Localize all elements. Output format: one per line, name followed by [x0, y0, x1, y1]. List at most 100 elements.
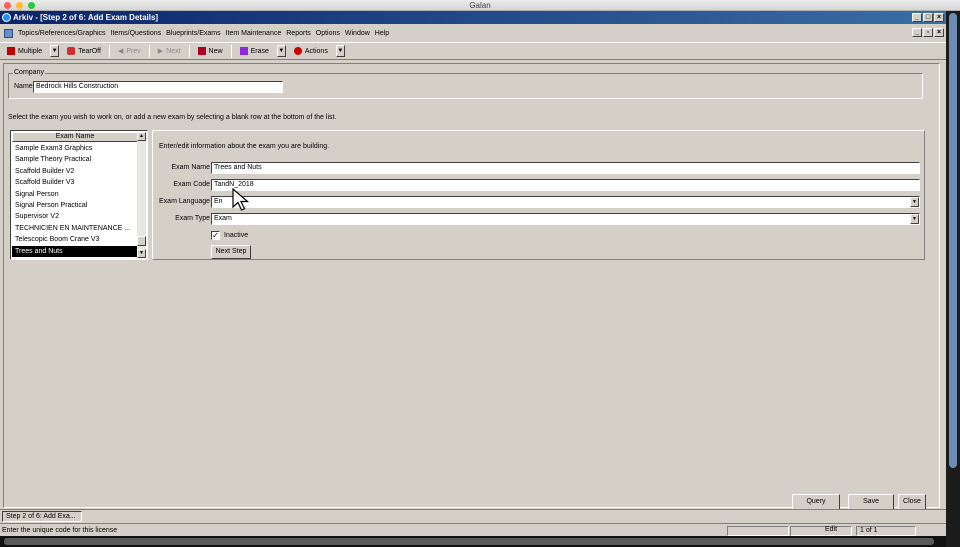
prev-arrow-icon: ◀	[117, 48, 124, 55]
minimize-icon[interactable]: _	[912, 13, 922, 22]
menu-window[interactable]: Window	[345, 30, 370, 37]
scroll-down-icon[interactable]: ▼	[137, 249, 146, 258]
multiple-label: Multiple	[18, 47, 43, 55]
exam-list: Exam Name Sample Exam3 Graphics Sample T…	[10, 130, 148, 260]
scroll-thumb[interactable]	[137, 236, 146, 246]
next-label: Next	[166, 47, 181, 55]
tearoff-icon	[67, 47, 76, 55]
inactive-checkbox[interactable]: ✓	[211, 231, 220, 240]
chevron-down-icon[interactable]: ▼	[910, 214, 919, 224]
exam-type-select[interactable]: Exam ▼	[211, 213, 920, 225]
exam-name-field[interactable]: Trees and Nuts	[211, 162, 920, 174]
actions-label: Actions	[304, 47, 328, 55]
details-instruction: Enter/edit information about the exam yo…	[159, 143, 330, 150]
new-button[interactable]: New	[194, 44, 227, 58]
outer-horizontal-scrollbar[interactable]	[0, 536, 946, 547]
exam-code-field[interactable]: TandN_2018	[211, 179, 920, 191]
multiple-icon	[7, 47, 15, 55]
mouse-cursor-icon	[232, 188, 250, 211]
company-name-field[interactable]: Bedrock Hills Construction	[33, 81, 283, 93]
toolbar-separator	[188, 44, 190, 58]
child-restore-icon[interactable]: ▫	[923, 28, 933, 37]
menu-help[interactable]: Help	[375, 30, 389, 37]
close-button[interactable]: Close	[898, 494, 926, 510]
multiple-dropdown-arrow[interactable]: ▼	[50, 45, 60, 57]
menu-topics[interactable]: Topics/References/Graphics	[18, 30, 106, 37]
exam-list-scrollbar[interactable]: ▲ ▼	[137, 132, 146, 258]
toolbar-separator	[108, 44, 110, 58]
exam-type-value: Exam	[214, 215, 232, 222]
actions-button[interactable]: Actions	[290, 44, 332, 58]
menu-options[interactable]: Options	[316, 30, 340, 37]
exam-language-select[interactable]: En ▼	[211, 196, 920, 208]
menu-item-maintenance[interactable]: Item Maintenance	[226, 30, 282, 37]
tearoff-button[interactable]: TearOff	[63, 44, 105, 58]
chevron-down-icon[interactable]: ▼	[910, 197, 919, 207]
actions-dropdown-arrow[interactable]: ▼	[335, 45, 345, 57]
actions-icon	[293, 47, 302, 55]
window-tabs: Step 2 of 6: Add Exa...	[0, 509, 946, 522]
child-close-icon[interactable]: ×	[934, 28, 944, 37]
close-icon[interactable]: ×	[934, 13, 944, 22]
toolbar: Multiple ▼ TearOff ◀ Prev ▶ Next New Era…	[0, 42, 946, 60]
list-item[interactable]: Scaffold Builder V3	[12, 177, 138, 188]
save-button[interactable]: Save	[848, 494, 894, 510]
company-group: Company Name Bedrock Hills Construction	[8, 69, 923, 99]
app-window: Arkiv - [Step 2 of 6: Add Exam Details] …	[0, 11, 946, 547]
prev-button[interactable]: ◀ Prev	[114, 44, 145, 58]
outer-scroll-thumb[interactable]	[949, 13, 957, 468]
outer-vertical-scrollbar[interactable]	[946, 11, 960, 547]
outer-hscroll-thumb[interactable]	[4, 538, 934, 545]
list-item[interactable]: Scaffold Builder V2	[12, 166, 138, 177]
menu-items[interactable]: Items/Questions	[111, 30, 162, 37]
prev-label: Prev	[126, 47, 141, 55]
query-button[interactable]: Query	[792, 494, 840, 510]
menu-blueprints[interactable]: Blueprints/Exams	[166, 30, 220, 37]
exam-language-label: Exam Language	[159, 198, 210, 205]
arkiv-logo-icon	[2, 13, 11, 22]
exam-details-panel: Enter/edit information about the exam yo…	[152, 130, 925, 260]
list-item[interactable]: Sample Exam3 Graphics	[12, 143, 138, 154]
list-item[interactable]: Signal Person Practical	[12, 200, 138, 211]
next-arrow-icon: ▶	[157, 48, 164, 55]
menu-reports[interactable]: Reports	[286, 30, 311, 37]
exam-name-label: Exam Name	[171, 164, 210, 171]
instruction-text: Select the exam you wish to work on, or …	[8, 114, 337, 121]
next-step-button[interactable]: Next Step	[211, 245, 251, 259]
multiple-button[interactable]: Multiple	[3, 44, 46, 58]
tab-step-2[interactable]: Step 2 of 6: Add Exa...	[2, 511, 82, 522]
mac-title-bar: Galan	[0, 0, 960, 11]
list-item[interactable]: Supervisor V2	[12, 211, 138, 222]
status-record: 1 of 1	[856, 526, 916, 536]
exam-list-items: Sample Exam3 Graphics Sample Theory Prac…	[12, 143, 138, 257]
inactive-label: Inactive	[224, 232, 249, 239]
list-item-selected[interactable]: Trees and Nuts	[12, 245, 138, 257]
exam-list-header[interactable]: Exam Name	[12, 132, 138, 142]
company-name-label: Name	[14, 83, 33, 90]
status-mode: Edit	[825, 526, 838, 533]
status-pane-empty	[727, 526, 789, 536]
erase-button[interactable]: Erase	[236, 44, 273, 58]
restore-icon[interactable]: □	[923, 13, 933, 22]
status-bar: Enter the unique code for this license E…	[0, 523, 946, 536]
scroll-up-icon[interactable]: ▲	[137, 132, 146, 141]
child-minimize-icon[interactable]: _	[912, 28, 922, 37]
toolbar-separator	[230, 44, 232, 58]
list-item[interactable]: Signal Person	[12, 189, 138, 200]
query-label: Query	[806, 498, 826, 505]
company-legend: Company	[13, 69, 45, 76]
window-title: Arkiv - [Step 2 of 6: Add Exam Details]	[13, 13, 159, 22]
new-label: New	[208, 47, 223, 55]
exam-type-label: Exam Type	[175, 215, 210, 222]
list-item[interactable]: Telescopic Boom Crane V3	[12, 234, 138, 245]
exam-code-label: Exam Code	[173, 181, 210, 188]
new-icon	[197, 47, 206, 55]
erase-dropdown-arrow[interactable]: ▼	[276, 45, 286, 57]
list-item[interactable]: TECHNICIEN EN MAINTENANCE ...	[12, 223, 138, 234]
erase-icon	[239, 47, 248, 55]
next-button[interactable]: ▶ Next	[154, 44, 185, 58]
document-menu-icon[interactable]	[4, 28, 13, 38]
mac-window-title: Galan	[469, 1, 491, 10]
window-title-bar: Arkiv - [Step 2 of 6: Add Exam Details] …	[0, 11, 946, 24]
list-item[interactable]: Sample Theory Practical	[12, 154, 138, 165]
